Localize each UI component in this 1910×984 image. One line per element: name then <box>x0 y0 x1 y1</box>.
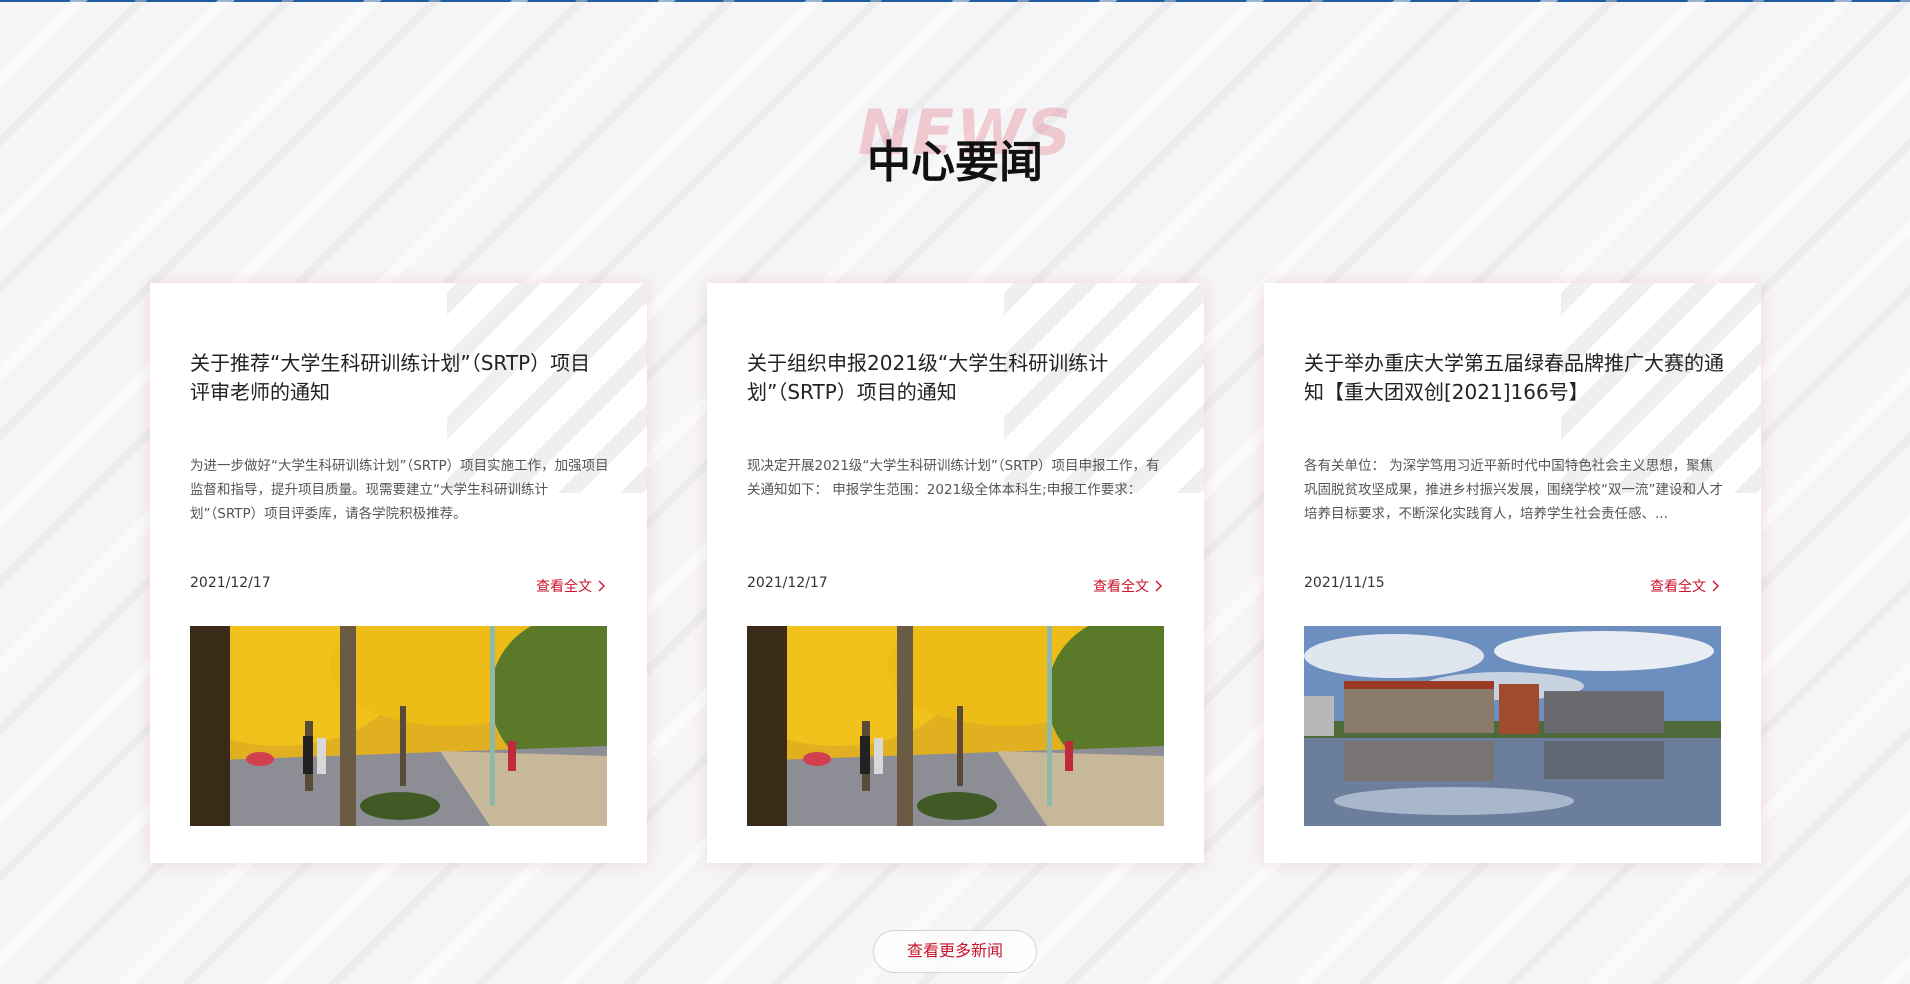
ginkgo-avenue-photo <box>190 626 607 826</box>
news-summary: 各有关单位： 为深学笃用习近平新时代中国特色社会主义思想，聚焦巩固脱贫攻坚成果，… <box>1304 458 1723 522</box>
top-accent-line <box>0 0 1910 2</box>
read-more-link[interactable]: 查看全文 <box>536 576 605 596</box>
read-more-label: 查看全文 <box>536 579 592 595</box>
news-summary: 现决定开展2021级“大学生科研训练计划”（SRTP）项目申报工作，有关通知如下… <box>747 458 1160 498</box>
read-more-link[interactable]: 查看全文 <box>1093 576 1162 596</box>
news-date: 2021/11/15 <box>1304 575 1385 591</box>
news-image[interactable] <box>1304 626 1721 826</box>
news-image[interactable] <box>747 626 1164 826</box>
news-card[interactable]: 关于组织申报2021级“大学生科研训练计划”（SRTP）项目的通知 现决定开展2… <box>707 283 1204 863</box>
news-title[interactable]: 关于举办重庆大学第五届绿春品牌推广大赛的通知【重大团双创[2021]166号】 <box>1304 349 1724 407</box>
chevron-right-icon <box>1155 580 1162 592</box>
news-summary: 为进一步做好“大学生科研训练计划”（SRTP）项目实施工作，加强项目监督和指导，… <box>190 458 609 522</box>
news-title[interactable]: 关于推荐“大学生科研训练计划”（SRTP）项目评审老师的通知 <box>190 349 610 407</box>
more-news-button[interactable]: 查看更多新闻 <box>873 930 1037 973</box>
ginkgo-avenue-photo <box>747 626 1164 826</box>
news-date: 2021/12/17 <box>747 575 828 591</box>
campus-building-lake-photo <box>1304 626 1721 826</box>
chevron-right-icon <box>598 580 605 592</box>
read-more-link[interactable]: 查看全文 <box>1650 576 1719 596</box>
news-card-list: 关于推荐“大学生科研训练计划”（SRTP）项目评审老师的通知 为进一步做好“大学… <box>150 283 1761 863</box>
section-header: NEWS 中心要闻 <box>0 88 1910 198</box>
news-title[interactable]: 关于组织申报2021级“大学生科研训练计划”（SRTP）项目的通知 <box>747 349 1167 407</box>
news-image[interactable] <box>190 626 607 826</box>
chevron-right-icon <box>1712 580 1719 592</box>
news-card[interactable]: 关于举办重庆大学第五届绿春品牌推广大赛的通知【重大团双创[2021]166号】 … <box>1264 283 1761 863</box>
read-more-label: 查看全文 <box>1093 579 1149 595</box>
section-title: 中心要闻 <box>867 137 1043 188</box>
news-card[interactable]: 关于推荐“大学生科研训练计划”（SRTP）项目评审老师的通知 为进一步做好“大学… <box>150 283 647 863</box>
news-date: 2021/12/17 <box>190 575 271 591</box>
read-more-label: 查看全文 <box>1650 579 1706 595</box>
